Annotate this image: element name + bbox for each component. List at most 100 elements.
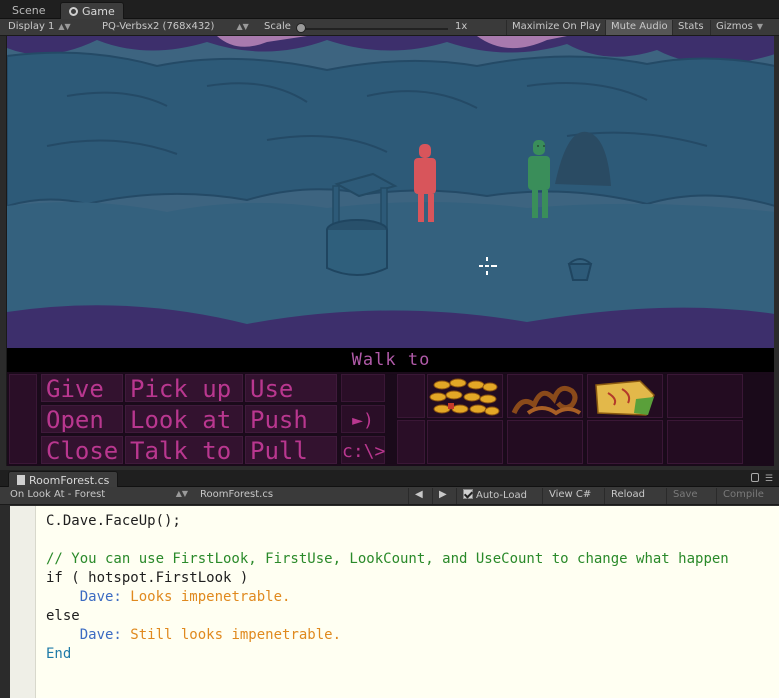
code-line[interactable] xyxy=(46,531,729,550)
mute-audio-button[interactable]: Mute Audio xyxy=(605,20,673,35)
mute-audio-label: Mute Audio xyxy=(611,21,668,32)
script-toolbar: On Look At - Forest ▲▼ RoomForest.cs ◀ ▶ … xyxy=(0,487,779,505)
code-line[interactable]: End xyxy=(46,645,729,664)
save-label: Save xyxy=(673,489,698,500)
code-token: Looks impenetrable. xyxy=(121,589,291,605)
lock-icon[interactable] xyxy=(751,473,759,482)
gizmos-button[interactable]: Gizmos ▼ xyxy=(710,20,768,35)
verb-panel: Give Pick up Use Open Look at Push Close… xyxy=(7,372,774,466)
code-line[interactable]: Dave: Still looks impenetrable. xyxy=(46,626,729,645)
stats-button[interactable]: Stats xyxy=(672,20,709,35)
inventory-slot-empty[interactable] xyxy=(427,420,503,464)
inventory-slot-empty[interactable] xyxy=(507,420,583,464)
verb-give[interactable]: Give xyxy=(41,374,123,402)
display-dropdown-label: Display 1 xyxy=(8,21,55,32)
well-hotspot[interactable] xyxy=(326,172,398,276)
game-toolbar: Display 1 ▲▼ PQ-Verbsx2 (768x432) ▲▼ Scale… xyxy=(0,19,779,36)
script-file-icon xyxy=(17,475,25,485)
verb-push[interactable]: Push xyxy=(245,405,337,433)
code-line[interactable]: // You can use FirstLook, FirstUse, Look… xyxy=(46,550,729,569)
inventory-slot-coins[interactable] xyxy=(427,374,503,418)
file-dropdown[interactable]: RoomForest.cs xyxy=(200,489,400,503)
tab-menu-icon[interactable]: ☰ xyxy=(765,474,773,484)
inventory-slot-empty[interactable] xyxy=(667,420,743,464)
maximize-on-play-button[interactable]: Maximize On Play xyxy=(506,20,606,35)
console-prompt-icon: c:\> xyxy=(342,441,386,462)
verb-look-at[interactable]: Look at xyxy=(125,405,243,433)
reload-button[interactable]: Reload xyxy=(604,488,651,504)
event-dropdown-label: On Look At - Forest xyxy=(10,489,106,500)
code-editor[interactable]: C.Dave.FaceUp(); // You can use FirstLook… xyxy=(10,506,779,698)
file-dropdown-label: RoomForest.cs xyxy=(200,489,274,500)
scale-slider-handle[interactable] xyxy=(296,23,306,33)
line-gutter xyxy=(10,506,36,698)
code-token: Dave: xyxy=(79,589,122,605)
scale-slider-track[interactable] xyxy=(300,28,448,30)
skip-forward-icon: ▶ xyxy=(439,489,447,500)
script-tab-label: RoomForest.cs xyxy=(29,474,110,487)
dropdown-arrow-icon: ▲▼ xyxy=(175,489,188,498)
code-token: // You can use FirstLook, FirstUse, Look… xyxy=(46,551,729,567)
stats-label: Stats xyxy=(678,21,704,32)
tab-game-label: Game xyxy=(82,5,115,18)
code-line[interactable]: else xyxy=(46,607,729,626)
auto-load-toggle[interactable]: Auto-Load xyxy=(456,488,533,504)
event-dropdown[interactable]: On Look At - Forest ▲▼ xyxy=(10,489,190,503)
dropdown-arrow-icon: ▲▼ xyxy=(58,22,71,31)
code-line[interactable]: Dave: Looks impenetrable. xyxy=(46,588,729,607)
view-csharp-button[interactable]: View C# xyxy=(542,488,597,504)
verb-pull[interactable]: Pull xyxy=(245,436,337,464)
inventory-slot-empty[interactable] xyxy=(587,420,663,464)
tab-roomforest-script[interactable]: RoomForest.cs xyxy=(8,471,119,488)
code-token: Still looks impenetrable. xyxy=(121,627,342,643)
display-dropdown[interactable]: Display 1 ▲▼ xyxy=(8,21,71,32)
code-token: if ( hotspot.FirstLook ) xyxy=(46,570,249,586)
verb-open[interactable]: Open xyxy=(41,405,123,433)
code-token: Dave: xyxy=(79,627,122,643)
tab-scene-label: Scene xyxy=(12,4,46,17)
scale-value: 1x xyxy=(455,21,468,32)
inventory-scroll-down[interactable] xyxy=(397,420,425,464)
dropdown-arrow-icon: ▼ xyxy=(756,22,764,31)
code-text[interactable]: C.Dave.FaceUp(); // You can use FirstLook… xyxy=(46,512,729,664)
code-token: C.Dave.FaceUp(); xyxy=(46,513,181,529)
code-line[interactable]: if ( hotspot.FirstLook ) xyxy=(46,569,729,588)
map-icon xyxy=(595,380,655,416)
resolution-dropdown-label: PQ-Verbsx2 (768x432) xyxy=(102,21,215,32)
verb-close[interactable]: Close xyxy=(41,436,123,464)
inventory-slot-empty[interactable] xyxy=(667,374,743,418)
code-line[interactable]: C.Dave.FaceUp(); xyxy=(46,512,729,531)
skip-back-icon: ◀ xyxy=(415,489,423,500)
save-button[interactable]: Save xyxy=(666,488,704,504)
dropdown-arrow-icon: ▲▼ xyxy=(236,22,249,31)
verb-talk-to[interactable]: Talk to xyxy=(125,436,243,464)
resolution-dropdown[interactable]: PQ-Verbsx2 (768x432) ▲▼ xyxy=(102,21,249,32)
verb-panel-left-spacer xyxy=(9,374,37,464)
compile-label: Compile xyxy=(723,489,764,500)
rope-icon xyxy=(511,385,582,416)
game-view[interactable]: Walk to Give Pick up Use Open Look at Pu… xyxy=(6,36,774,466)
tab-scene[interactable]: Scene xyxy=(4,2,54,19)
view-csharp-label: View C# xyxy=(549,489,592,500)
reload-label: Reload xyxy=(611,489,646,500)
gizmos-label: Gizmos xyxy=(716,21,753,32)
sound-toggle-button[interactable]: ►) xyxy=(341,405,385,433)
inventory-slot-map[interactable] xyxy=(587,374,663,418)
option-slot-empty[interactable] xyxy=(341,374,385,402)
current-verb-line: Walk to xyxy=(351,350,431,370)
forest-scene[interactable] xyxy=(7,36,774,348)
compile-button[interactable]: Compile xyxy=(716,488,770,504)
next-function-button[interactable]: ▶ xyxy=(432,488,456,504)
verb-pick-up[interactable]: Pick up xyxy=(125,374,243,402)
console-button[interactable]: c:\> xyxy=(341,436,385,464)
inventory-slot-rope[interactable] xyxy=(507,374,583,418)
previous-function-button[interactable]: ◀ xyxy=(408,488,432,504)
inventory-scroll-up[interactable] xyxy=(397,374,425,418)
speaker-icon: ►) xyxy=(352,410,374,431)
verb-use[interactable]: Use xyxy=(245,374,337,402)
code-token: else xyxy=(46,608,80,624)
code-token: End xyxy=(46,646,72,662)
tab-game[interactable]: Game xyxy=(60,2,124,19)
